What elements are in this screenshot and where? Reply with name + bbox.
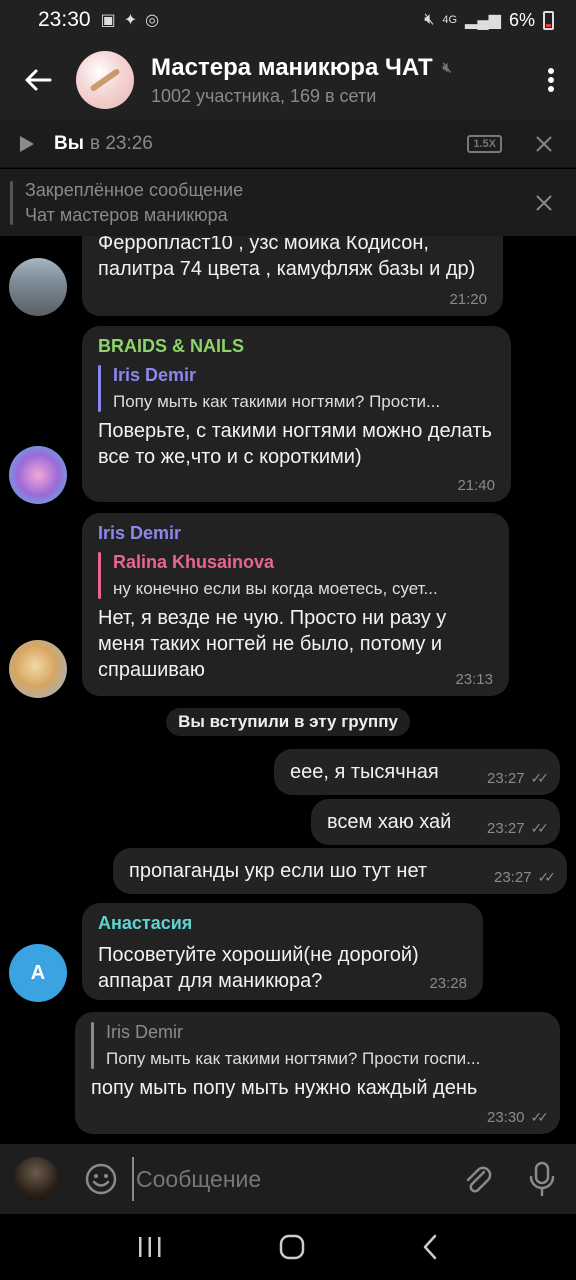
recent-apps-icon[interactable] <box>137 1236 163 1258</box>
sender-avatar[interactable] <box>9 446 67 504</box>
group-avatar[interactable] <box>76 51 134 109</box>
message-text: Нет, я везде не чую. Просто ни разу у ме… <box>98 607 447 681</box>
message-sender: Анастасия <box>98 913 193 933</box>
message-list[interactable]: Ферропласт10 , узс моика Кодисон, палитр… <box>0 236 576 1144</box>
outgoing-message-bubble[interactable]: пропаганды укр если шо тут нет 23:27 ✓✓ <box>113 848 567 894</box>
sender-avatar[interactable] <box>9 640 67 698</box>
reply-bar <box>98 365 101 412</box>
message-text: попу мыть попу мыть нужно каждый день <box>91 1077 478 1099</box>
signal-icon: ▂▄▆ <box>465 12 501 29</box>
reply-quote[interactable]: Iris Demir Попу мыть как такими ногтями?… <box>98 365 495 412</box>
battery-percent: 6% <box>508 9 535 30</box>
back-button[interactable] <box>0 40 76 120</box>
shazam-icon: ◎ <box>145 12 160 29</box>
more-vertical-icon <box>548 68 554 92</box>
player-sender: Вы <box>54 132 84 154</box>
message-text: Ферропласт10 , узс моика Кодисон, палитр… <box>98 236 476 280</box>
system-message: Вы вступили в эту группу <box>166 708 410 736</box>
outgoing-message-bubble[interactable]: еее, я тысячная 23:27 ✓✓ <box>274 749 560 795</box>
reply-bar <box>91 1022 94 1069</box>
message-sender: BRAIDS & NAILS <box>98 336 245 356</box>
system-nav-bar <box>0 1214 576 1280</box>
chat-header: Мастера маникюра ЧАТ 🔇︎ 1002 участника, … <box>0 40 576 120</box>
read-checks-icon: ✓✓ <box>537 869 557 885</box>
reply-text: Попу мыть как такими ногтями? Прости гос… <box>105 1049 481 1068</box>
read-checks-icon: ✓✓ <box>530 1109 550 1125</box>
pinned-text: Чат мастеров маникюра <box>25 204 228 225</box>
message-time: 21:40 <box>457 477 495 494</box>
arrow-left-icon <box>25 69 52 91</box>
reply-text: Попу мыть как такими ногтями? Прости... <box>112 392 441 411</box>
message-time: 23:27 <box>486 820 525 837</box>
outgoing-message-bubble[interactable]: Iris Demir Попу мыть как такими ногтями?… <box>75 1012 560 1134</box>
pinned-message-bar[interactable]: Закреплённое сообщение Чат мастеров мани… <box>0 169 576 236</box>
pinned-indicator <box>10 180 13 225</box>
nav-back-icon[interactable] <box>421 1234 439 1260</box>
battery-icon <box>543 10 554 30</box>
message-text: Посоветуйте хороший(не дорогой) аппарат … <box>98 944 419 992</box>
read-checks-icon: ✓✓ <box>530 770 550 786</box>
message-time: 21:20 <box>449 291 487 308</box>
reply-quote[interactable]: Ralina Khusainova ну конечно если вы ког… <box>98 552 493 599</box>
send-as-avatar[interactable] <box>14 1157 58 1201</box>
play-button[interactable] <box>0 135 54 153</box>
status-time: 23:30 <box>38 8 91 31</box>
reply-text: ну конечно если вы когда моетесь, сует..… <box>112 579 438 598</box>
sender-avatar[interactable]: А <box>9 944 67 1002</box>
emoji-icon[interactable] <box>84 1162 118 1196</box>
muted-icon: 🔇︎ <box>442 59 452 75</box>
message-time: 23:28 <box>429 975 467 992</box>
player-time: в 23:26 <box>89 132 153 154</box>
pinned-title: Закреплённое сообщение <box>25 179 244 200</box>
home-icon[interactable] <box>278 1233 306 1261</box>
reply-bar <box>98 552 101 599</box>
reply-author: Ralina Khusainova <box>112 552 275 572</box>
message-bubble[interactable]: Ферропласт10 , узс моика Кодисон, палитр… <box>82 236 503 316</box>
notification-icon: ✦ <box>123 12 138 29</box>
chat-title: Мастера маникюра ЧАТ <box>151 53 433 81</box>
message-input[interactable] <box>132 1157 422 1201</box>
message-time: 23:13 <box>455 671 493 688</box>
reply-author: Iris Demir <box>112 365 197 385</box>
sender-avatar[interactable] <box>9 258 67 316</box>
paperclip-icon[interactable] <box>460 1162 494 1196</box>
audio-player-bar[interactable]: Вы в 23:26 1.5X <box>0 120 576 168</box>
message-sender: Iris Demir <box>98 523 182 543</box>
message-time: 23:27 <box>486 770 525 787</box>
close-pinned-icon[interactable] <box>530 189 558 217</box>
more-options-button[interactable] <box>526 40 576 120</box>
network-type: 4G <box>442 14 458 26</box>
reply-author: Iris Demir <box>105 1022 183 1042</box>
status-bar: 23:30 ▣ ✦ ◎ 🔇︎ 4G ▂▄▆ 6% <box>0 0 576 40</box>
message-time: 23:30 <box>486 1109 525 1126</box>
playback-speed-button[interactable]: 1.5X <box>467 134 502 153</box>
close-player-icon[interactable] <box>530 130 558 158</box>
message-time: 23:27 <box>493 869 532 886</box>
message-text: Поверьте, с такими ногтями можно делать … <box>98 420 492 468</box>
message-bubble[interactable]: BRAIDS & NAILS Iris Demir Попу мыть как … <box>82 326 511 502</box>
play-icon <box>20 135 34 152</box>
message-text: пропаганды укр если шо тут нет <box>129 860 428 882</box>
reply-quote[interactable]: Iris Demir Попу мыть как такими ногтями?… <box>91 1022 544 1069</box>
read-checks-icon: ✓✓ <box>530 820 550 836</box>
chat-subtitle: 1002 участника, 169 в сети <box>151 85 377 106</box>
message-bubble[interactable]: Анастасия Посоветуйте хороший(не дорогой… <box>82 903 483 1000</box>
microphone-icon[interactable] <box>528 1161 556 1197</box>
gallery-icon: ▣ <box>100 12 116 29</box>
chat-info[interactable]: Мастера маникюра ЧАТ 🔇︎ 1002 участника, … <box>151 54 451 107</box>
message-input-bar <box>0 1144 576 1214</box>
mute-status-icon: 🔇︎ <box>424 11 435 28</box>
message-bubble[interactable]: Iris Demir Ralina Khusainova ну конечно … <box>82 513 509 696</box>
outgoing-message-bubble[interactable]: всем хаю хай 23:27 ✓✓ <box>311 799 560 845</box>
